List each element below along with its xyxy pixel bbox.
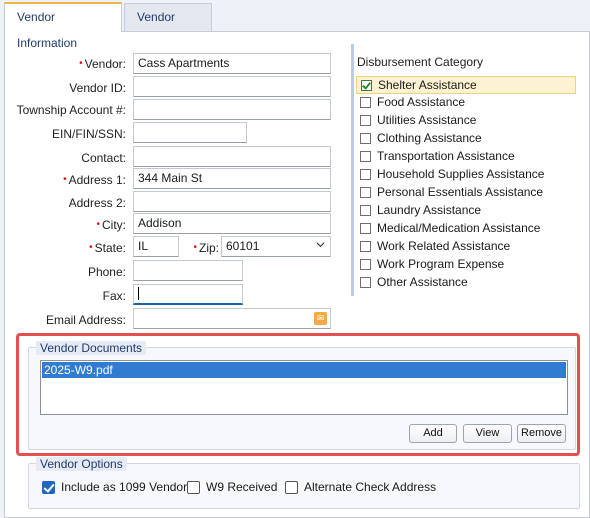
category-item[interactable]: Shelter Assistance xyxy=(356,76,576,94)
include-1099-label: Include as 1099 Vendor xyxy=(61,480,188,494)
category-checkbox[interactable] xyxy=(360,187,371,198)
category-checkbox[interactable] xyxy=(360,115,371,126)
vendor-input[interactable]: Cass Apartments xyxy=(133,53,331,74)
zip-label: • Zip: xyxy=(193,241,219,255)
address2-input[interactable] xyxy=(133,191,331,212)
category-checkbox[interactable] xyxy=(360,205,371,216)
city-label: • City: xyxy=(96,218,126,232)
alternate-check-address-label: Alternate Check Address xyxy=(304,480,437,494)
fax-input[interactable] xyxy=(133,284,243,305)
required-marker: • xyxy=(89,242,93,253)
category-checkbox[interactable] xyxy=(360,259,371,270)
required-marker: • xyxy=(193,242,197,253)
required-marker: • xyxy=(79,58,83,69)
category-item[interactable]: Food Assistance xyxy=(356,94,576,112)
category-item[interactable]: Transportation Assistance xyxy=(356,148,576,166)
phone-input[interactable] xyxy=(133,260,243,281)
state-label: • State: xyxy=(89,241,126,255)
ein-label: EIN/FIN/SSN: xyxy=(51,127,126,141)
category-item[interactable]: Clothing Assistance xyxy=(356,130,576,148)
category-item[interactable]: Personal Essentials Assistance xyxy=(356,184,576,202)
category-label: Laundry Assistance xyxy=(377,203,482,217)
vendor-id-input[interactable] xyxy=(133,76,331,97)
category-label: Medical/Medication Assistance xyxy=(377,221,541,235)
category-checkbox[interactable] xyxy=(360,169,371,180)
fax-label: Fax: xyxy=(102,289,126,303)
category-label: Food Assistance xyxy=(377,95,466,109)
category-checkbox[interactable] xyxy=(360,277,371,288)
city-input[interactable]: Addison xyxy=(133,213,331,234)
category-checkbox[interactable] xyxy=(360,241,371,252)
category-checkbox[interactable] xyxy=(360,151,371,162)
category-item[interactable]: Medical/Medication Assistance xyxy=(356,220,576,238)
w9-received-label: W9 Received xyxy=(206,480,278,494)
category-item[interactable]: Work Related Assistance xyxy=(356,238,576,256)
category-label: Transportation Assistance xyxy=(377,149,515,163)
include-1099-checkbox[interactable] xyxy=(42,481,55,494)
category-label: Work Related Assistance xyxy=(377,239,511,253)
category-label: Household Supplies Assistance xyxy=(377,167,545,181)
address1-label: • Address 1: xyxy=(63,173,126,187)
category-label: Personal Essentials Assistance xyxy=(377,185,544,199)
chevron-down-icon xyxy=(316,242,325,248)
disbursement-category-list: Shelter Assistance Food Assistance Utili… xyxy=(351,44,577,296)
category-item[interactable]: Utilities Assistance xyxy=(356,112,576,130)
contact-input[interactable] xyxy=(133,146,331,167)
category-label: Other Assistance xyxy=(377,275,468,289)
vendor-options-title: Vendor Options xyxy=(36,457,127,471)
ein-input[interactable] xyxy=(133,122,247,143)
category-item[interactable]: Work Program Expense xyxy=(356,256,576,274)
category-checkbox[interactable] xyxy=(360,97,371,108)
text-caret xyxy=(138,287,139,300)
category-label: Clothing Assistance xyxy=(377,131,482,145)
category-label: Utilities Assistance xyxy=(377,113,477,127)
category-item[interactable]: Other Assistance xyxy=(356,274,576,292)
category-label: Shelter Assistance xyxy=(378,78,477,92)
w9-received-checkbox[interactable] xyxy=(187,481,200,494)
email-input[interactable]: ✉ xyxy=(133,308,331,329)
required-marker: • xyxy=(63,174,67,185)
required-marker: • xyxy=(96,219,100,230)
vendor-label: • Vendor: xyxy=(79,57,126,71)
category-checkbox[interactable] xyxy=(360,223,371,234)
alternate-check-address-checkbox[interactable] xyxy=(285,481,298,494)
highlight-box xyxy=(16,333,580,456)
category-item[interactable]: Household Supplies Assistance xyxy=(356,166,576,184)
envelope-icon[interactable]: ✉ xyxy=(314,312,327,325)
tab-bar: Vendor Information Vendor Notes xyxy=(0,0,590,50)
zip-value: 60101 xyxy=(226,239,260,253)
township-account-input[interactable] xyxy=(133,99,331,120)
category-checkbox[interactable] xyxy=(360,133,371,144)
phone-label: Phone: xyxy=(87,265,126,279)
zip-select[interactable]: 60101 xyxy=(221,236,331,257)
address1-input[interactable]: 344 Main St xyxy=(133,168,331,189)
contact-label: Contact: xyxy=(81,151,126,165)
email-label: Email Address: xyxy=(45,313,126,327)
tab-vendor-notes[interactable]: Vendor Notes xyxy=(124,3,212,50)
category-label: Work Program Expense xyxy=(377,257,505,271)
township-account-label: Township Account #: xyxy=(16,103,126,117)
checkmark-icon[interactable] xyxy=(361,80,372,91)
vendor-id-label: Vendor ID: xyxy=(69,81,126,95)
tab-vendor-information[interactable]: Vendor Information xyxy=(4,2,122,50)
category-item[interactable]: Laundry Assistance xyxy=(356,202,576,220)
address2-label: Address 2: xyxy=(68,196,126,210)
state-input[interactable]: IL xyxy=(133,236,179,257)
